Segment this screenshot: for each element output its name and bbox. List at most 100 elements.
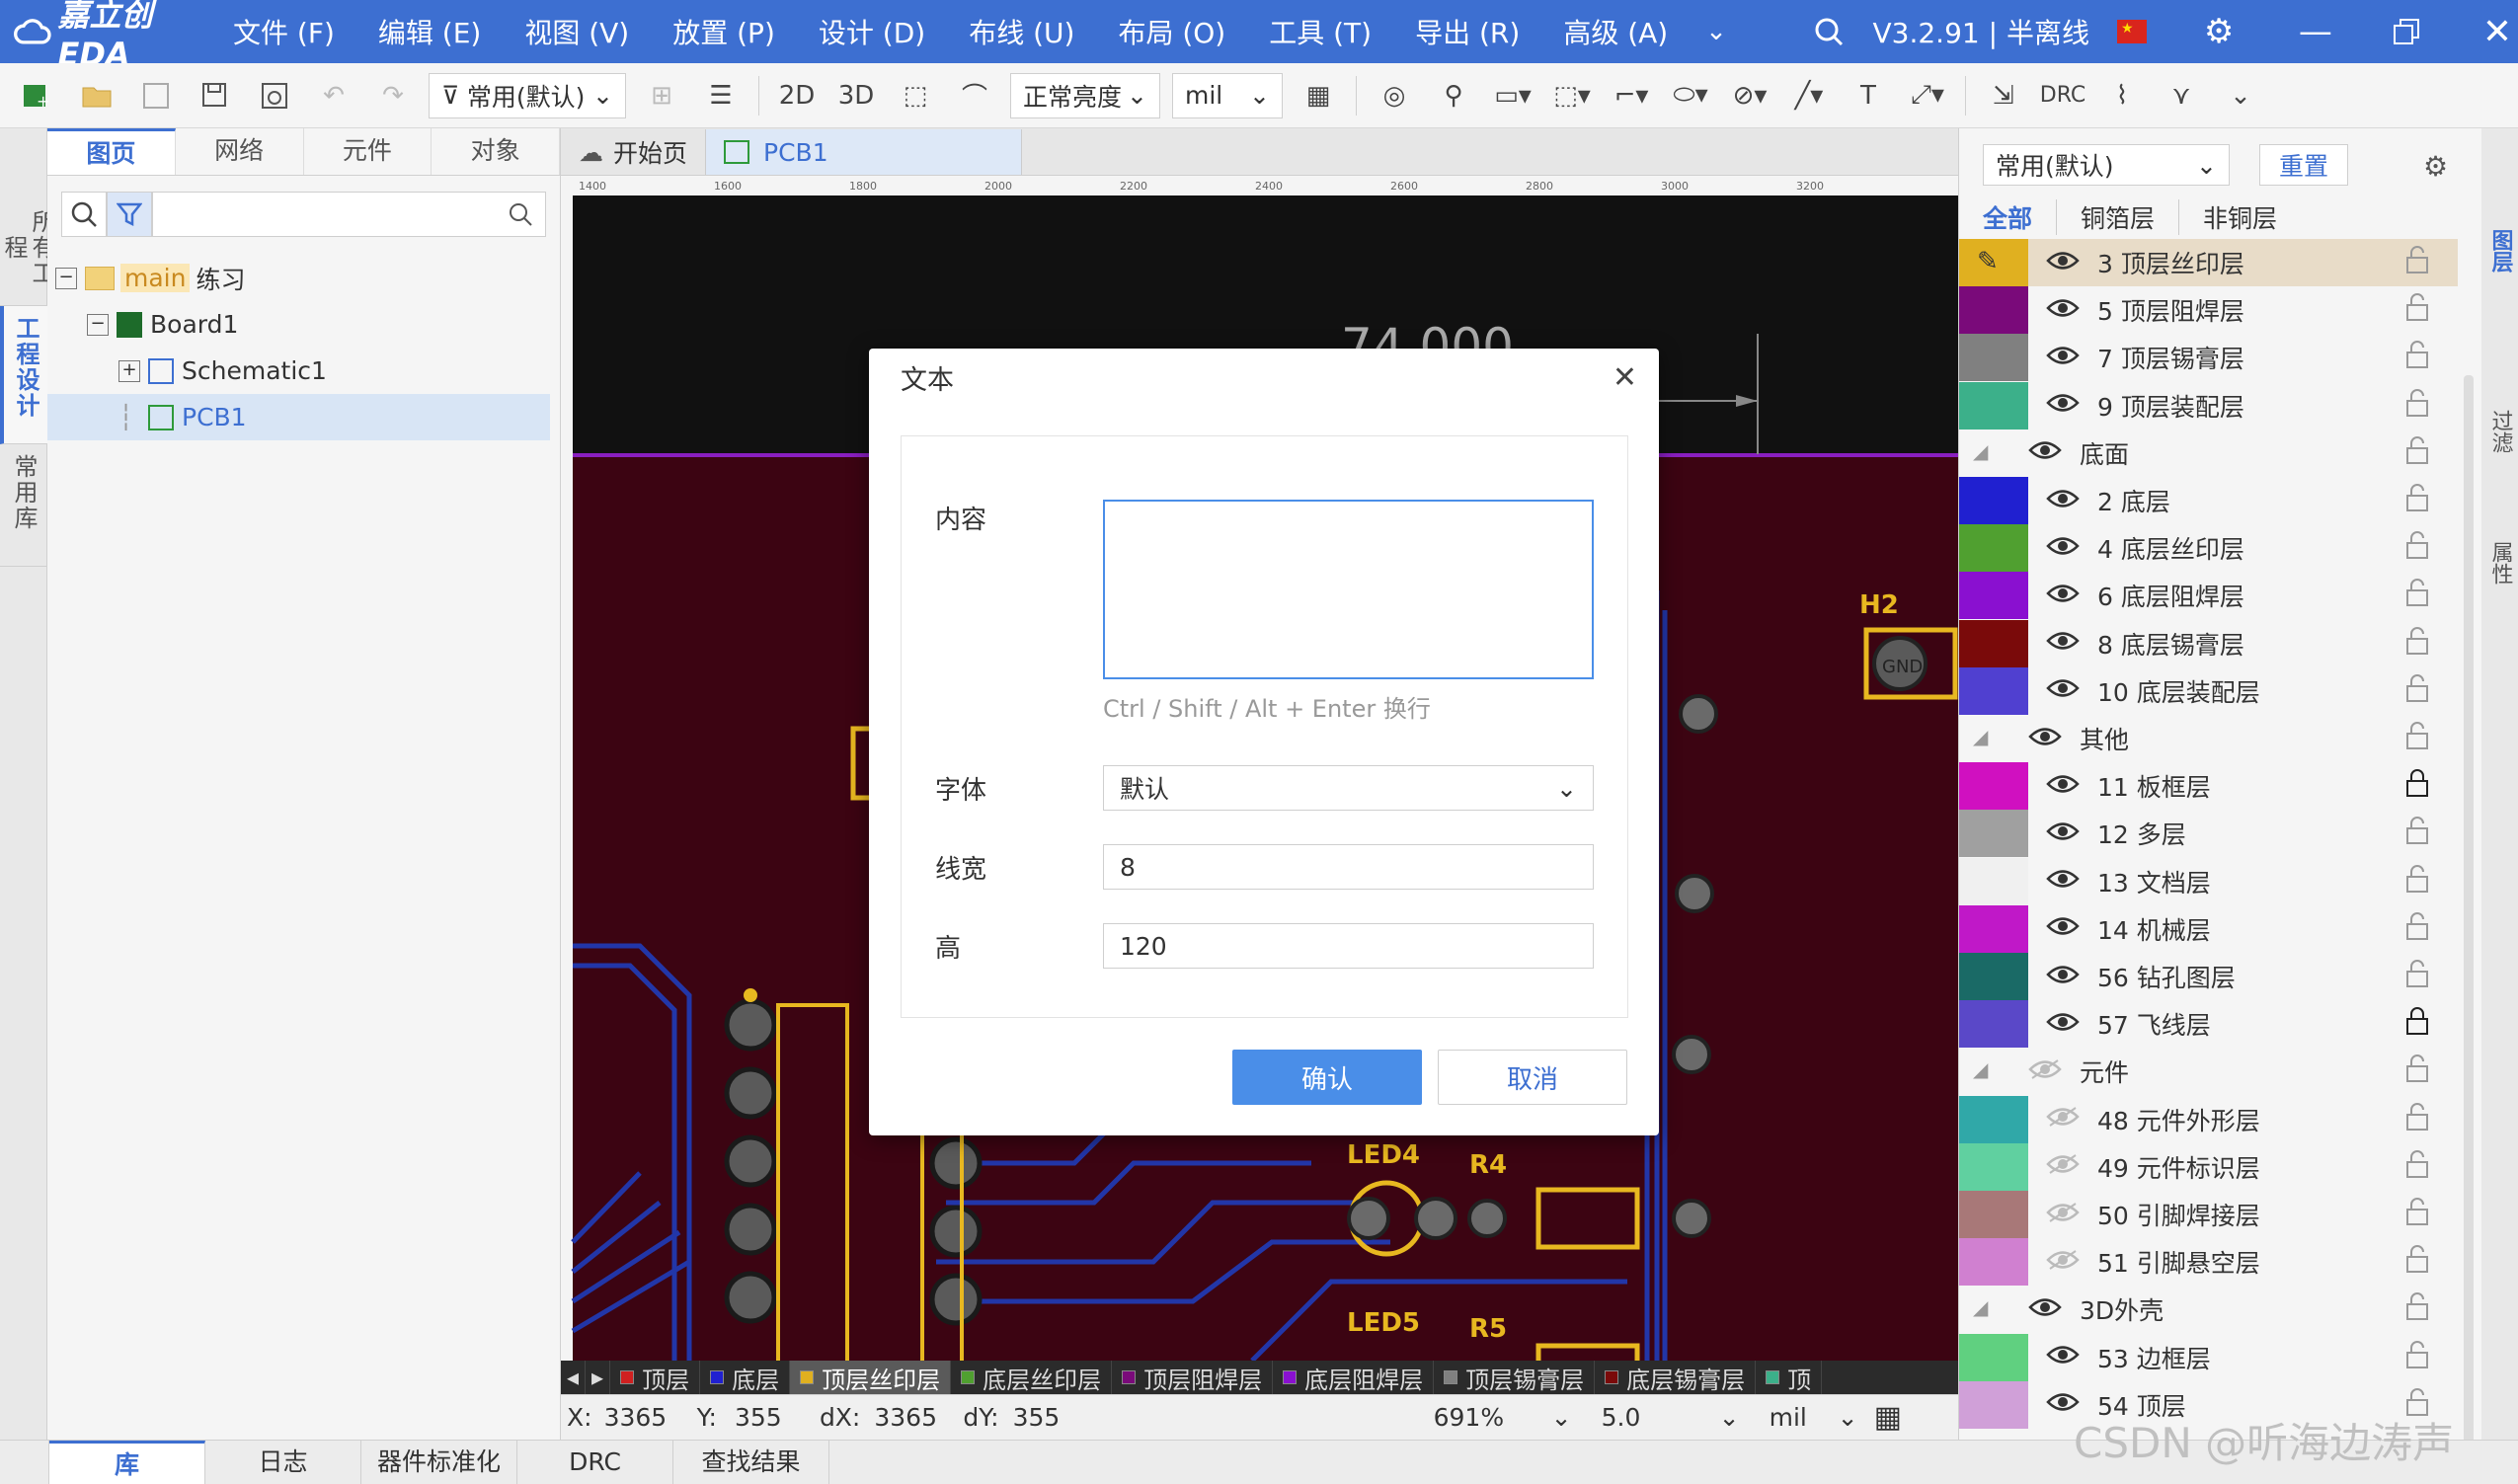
tab-nets[interactable]: 网络	[176, 128, 304, 175]
menu-item[interactable]: 布线 (U)	[947, 12, 1096, 51]
view-3d-button[interactable]: 3D	[831, 71, 881, 120]
brightness-select[interactable]: 正常亮度 ⌄	[1010, 72, 1160, 118]
layer-settings-icon[interactable]: ⚙	[2423, 150, 2448, 183]
eye-off-icon[interactable]	[2028, 1057, 2068, 1086]
layer-color-swatch[interactable]	[1959, 857, 2028, 905]
minimize-icon[interactable]: —	[2295, 12, 2336, 51]
filter-select[interactable]: ⊽ 常用(默认) ⌄	[429, 72, 626, 118]
layer-strip-item[interactable]: 底层	[700, 1361, 791, 1394]
layer-color-swatch[interactable]	[1959, 1142, 2028, 1191]
expand-icon[interactable]: +	[118, 359, 140, 382]
eye-icon[interactable]	[2046, 820, 2085, 848]
tab-search-results[interactable]: 查找结果	[673, 1441, 829, 1484]
tab-drc[interactable]: DRC	[517, 1441, 673, 1484]
rectangle-icon[interactable]: ▭▾	[1488, 71, 1537, 120]
collapse-icon[interactable]: ◢	[1959, 1286, 2028, 1333]
layer-color-swatch[interactable]	[1959, 1095, 2028, 1143]
unlock-icon[interactable]	[2404, 483, 2444, 518]
unlock-icon[interactable]	[2404, 530, 2444, 566]
tab-filter[interactable]: 过滤	[2481, 404, 2518, 466]
layer-strip-item[interactable]: 底层丝印层	[951, 1361, 1113, 1394]
unlock-icon[interactable]	[2404, 959, 2444, 994]
menu-item[interactable]: 编辑 (E)	[356, 12, 503, 51]
grid-icon[interactable]: ▦	[1874, 1400, 1902, 1435]
layer-row[interactable]: 57 飞线层	[1959, 1000, 2458, 1049]
layer-color-swatch[interactable]	[1959, 572, 2028, 620]
collapse-icon[interactable]: −	[87, 313, 109, 336]
layer-row[interactable]: 53 边框层	[1959, 1333, 2458, 1381]
diff-pair-icon[interactable]: ⋎	[2157, 71, 2206, 120]
unlock-icon[interactable]	[2404, 388, 2444, 424]
eye-icon[interactable]	[2046, 582, 2085, 610]
menu-item[interactable]: 视图 (V)	[503, 12, 651, 51]
layer-row[interactable]: 50 引脚焊接层	[1959, 1191, 2458, 1238]
layer-strip-item[interactable]: 底层阻焊层	[1273, 1361, 1435, 1394]
menu-item[interactable]: 布局 (O)	[1096, 12, 1247, 51]
eye-icon[interactable]	[2046, 344, 2085, 372]
close-icon[interactable]: ✕	[2477, 12, 2518, 52]
layer-color-swatch[interactable]	[1959, 1238, 2028, 1287]
menu-item[interactable]: 高级 (A)	[1541, 12, 1690, 51]
scroll-right-icon[interactable]: ▸	[586, 1361, 611, 1394]
eye-icon[interactable]	[2046, 867, 2085, 896]
layer-row[interactable]: 14 机械层	[1959, 904, 2458, 953]
lock-icon[interactable]	[2404, 768, 2444, 804]
unlock-icon[interactable]	[2404, 1054, 2444, 1089]
unlock-icon[interactable]	[2404, 245, 2444, 280]
layer-strip-item[interactable]: 顶	[1756, 1361, 1823, 1394]
layer-color-swatch[interactable]	[1959, 1191, 2028, 1238]
unlock-icon[interactable]	[2404, 721, 2444, 756]
eye-icon[interactable]	[2046, 629, 2085, 658]
redo-icon[interactable]: ↷	[368, 71, 418, 120]
tab-non-copper-layers[interactable]: 非铜层	[2179, 199, 2277, 235]
line-icon[interactable]: ╱▾	[1784, 71, 1834, 120]
menu-item[interactable]: 放置 (P)	[651, 12, 797, 51]
tab-properties[interactable]: 属性	[2481, 535, 2518, 597]
eye-off-icon[interactable]	[2046, 1152, 2085, 1181]
restore-icon[interactable]	[2386, 18, 2427, 45]
layer-row[interactable]: 4 底层丝印层	[1959, 524, 2458, 573]
scroll-left-icon[interactable]: ◂	[561, 1361, 587, 1394]
save-all-icon[interactable]	[191, 71, 240, 120]
layer-row[interactable]: 5 顶层阻焊层	[1959, 286, 2458, 335]
tab-common-library[interactable]: 常用库	[0, 444, 47, 567]
tab-library[interactable]: 库	[49, 1441, 205, 1484]
layer-group-row[interactable]: ◢ 底面	[1959, 430, 2458, 477]
menu-item[interactable]: 工具 (T)	[1247, 12, 1393, 51]
unlock-icon[interactable]	[2404, 911, 2444, 947]
layer-group-row[interactable]: ◢ 3D外壳	[1959, 1286, 2458, 1333]
new-project-icon[interactable]: +	[13, 71, 62, 120]
ellipse-icon[interactable]: ⬭▾	[1666, 71, 1715, 120]
layer-row[interactable]: 56 钻孔图层	[1959, 953, 2458, 1000]
tab-layers[interactable]: 图层	[2481, 223, 2518, 285]
chevron-down-icon[interactable]: ⌄	[2216, 71, 2265, 120]
layer-strip-item[interactable]: 顶层锡膏层	[1434, 1361, 1596, 1394]
search-input[interactable]	[152, 192, 546, 237]
brightness-icon[interactable]: ⌒	[950, 71, 999, 120]
layer-preset-select[interactable]: 常用(默认) ⌄	[1983, 144, 2230, 186]
undo-icon[interactable]: ↶	[309, 71, 358, 120]
import-icon[interactable]: ⇲	[1979, 71, 2028, 120]
pad-icon[interactable]: ⚲	[1429, 71, 1478, 120]
layer-color-swatch[interactable]	[1959, 904, 2028, 953]
eye-icon[interactable]	[2046, 534, 2085, 563]
via-icon[interactable]: ◎	[1370, 71, 1419, 120]
search-icon[interactable]	[1812, 17, 1846, 46]
eye-icon[interactable]	[2046, 391, 2085, 420]
tab-all-layers[interactable]: 全部	[1983, 199, 2058, 235]
layer-list-scrollbar[interactable]	[2464, 375, 2474, 1484]
linewidth-input[interactable]: 8	[1103, 844, 1594, 890]
layer-row[interactable]: 12 多层	[1959, 810, 2458, 858]
reset-button[interactable]: 重置	[2259, 144, 2348, 186]
zoom-select[interactable]: 691% ⌄	[1434, 1403, 1572, 1432]
tree-schematic[interactable]: + Schematic1	[47, 348, 560, 394]
eye-icon[interactable]	[2028, 438, 2068, 467]
unlock-icon[interactable]	[2404, 1291, 2444, 1327]
tab-standardize[interactable]: 器件标准化	[361, 1441, 517, 1484]
status-unit-select[interactable]: mil ⌄	[1770, 1403, 1858, 1432]
layer-strip-item[interactable]: 底层锡膏层	[1595, 1361, 1757, 1394]
eye-off-icon[interactable]	[2046, 1248, 2085, 1277]
eye-icon[interactable]	[2046, 1010, 2085, 1039]
layer-row[interactable]: 2 底层	[1959, 477, 2458, 524]
layer-group-row[interactable]: ◢ 元件	[1959, 1048, 2458, 1095]
